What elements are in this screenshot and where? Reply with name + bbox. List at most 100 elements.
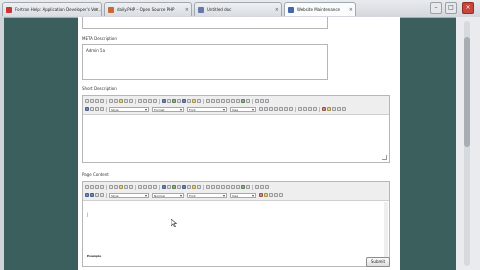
maximize-icon[interactable]: [269, 193, 273, 197]
form-icon[interactable]: [206, 99, 210, 103]
textarea-icon[interactable]: [226, 99, 230, 103]
undo-icon[interactable]: [138, 185, 142, 189]
replace-icon[interactable]: [153, 185, 157, 189]
close-tab-icon[interactable]: ×: [185, 3, 189, 16]
italic-icon[interactable]: [90, 193, 94, 197]
format-dropdown[interactable]: Normal: [152, 192, 184, 198]
scrollbar-thumb[interactable]: [464, 37, 470, 147]
anchor-icon[interactable]: [265, 99, 269, 103]
bold-icon[interactable]: [85, 193, 89, 197]
find-icon[interactable]: [148, 185, 152, 189]
select-all-icon[interactable]: [162, 99, 166, 103]
style-dropdown[interactable]: Style: [109, 192, 149, 198]
unlink-icon[interactable]: [260, 99, 264, 103]
button-icon[interactable]: [236, 185, 240, 189]
size-dropdown[interactable]: Size: [230, 192, 256, 198]
image-button-icon[interactable]: [241, 99, 245, 103]
numbered-list-icon[interactable]: [269, 107, 273, 111]
redo-icon[interactable]: [143, 185, 147, 189]
image-icon[interactable]: [172, 99, 176, 103]
paste-icon[interactable]: [119, 185, 123, 189]
underline-icon[interactable]: [95, 193, 99, 197]
textarea-icon[interactable]: [226, 185, 230, 189]
browser-tab-2[interactable]: daily.PHP – Open Source PHP ×: [104, 2, 192, 16]
replace-icon[interactable]: [153, 99, 157, 103]
table-icon[interactable]: [182, 99, 186, 103]
about-icon[interactable]: [342, 107, 346, 111]
short-description-editor[interactable]: Style Format Font Size: [82, 95, 390, 163]
table-icon[interactable]: [182, 185, 186, 189]
remove-format-icon[interactable]: [167, 99, 171, 103]
select-field-icon[interactable]: [231, 185, 235, 189]
justify-icon[interactable]: [313, 107, 317, 111]
close-tab-icon[interactable]: ×: [95, 3, 99, 16]
page-content-editor[interactable]: Style Normal Font Size | Example: [82, 181, 390, 267]
about-icon[interactable]: [279, 193, 283, 197]
save-icon[interactable]: [90, 99, 94, 103]
checkbox-icon[interactable]: [211, 99, 215, 103]
paste-word-icon[interactable]: [129, 99, 133, 103]
text-color-icon[interactable]: [259, 193, 263, 197]
smiley-icon[interactable]: [192, 185, 196, 189]
strike-icon[interactable]: [100, 107, 104, 111]
minimize-button[interactable]: –: [430, 2, 442, 14]
meta-description-textarea[interactable]: Admin 5a: [82, 44, 328, 80]
textfield-icon[interactable]: [221, 185, 225, 189]
preview-icon[interactable]: [100, 185, 104, 189]
anchor-icon[interactable]: [265, 185, 269, 189]
button-icon[interactable]: [236, 99, 240, 103]
preview-icon[interactable]: [100, 99, 104, 103]
format-dropdown[interactable]: Format: [152, 106, 184, 112]
special-char-icon[interactable]: [197, 99, 201, 103]
text-color-icon[interactable]: [322, 107, 326, 111]
align-left-icon[interactable]: [298, 107, 302, 111]
horizontal-rule-icon[interactable]: [187, 99, 191, 103]
font-dropdown[interactable]: Font: [187, 192, 227, 198]
copy-icon[interactable]: [114, 185, 118, 189]
select-field-icon[interactable]: [231, 99, 235, 103]
source-icon[interactable]: [85, 185, 89, 189]
hidden-field-icon[interactable]: [246, 99, 250, 103]
previous-field-box[interactable]: [82, 17, 328, 29]
bold-icon[interactable]: [85, 107, 89, 111]
paste-text-icon[interactable]: [124, 185, 128, 189]
maximize-button[interactable]: □: [445, 2, 457, 14]
flash-icon[interactable]: [177, 99, 181, 103]
link-icon[interactable]: [255, 99, 259, 103]
smiley-icon[interactable]: [192, 99, 196, 103]
bg-color-icon[interactable]: [264, 193, 268, 197]
hidden-field-icon[interactable]: [246, 185, 250, 189]
paste-word-icon[interactable]: [129, 185, 133, 189]
browser-scrollbar[interactable]: [456, 17, 480, 270]
flash-icon[interactable]: [177, 185, 181, 189]
cut-icon[interactable]: [109, 185, 113, 189]
unlink-icon[interactable]: [260, 185, 264, 189]
image-button-icon[interactable]: [241, 185, 245, 189]
editor-scrollbar[interactable]: [384, 202, 388, 258]
source-icon[interactable]: [85, 99, 89, 103]
radio-icon[interactable]: [216, 185, 220, 189]
cut-icon[interactable]: [109, 99, 113, 103]
close-tab-icon[interactable]: ×: [349, 3, 353, 16]
maximize-icon[interactable]: [332, 107, 336, 111]
style-dropdown[interactable]: Style: [109, 106, 149, 112]
superscript-icon[interactable]: [264, 107, 268, 111]
new-page-icon[interactable]: [95, 99, 99, 103]
align-right-icon[interactable]: [308, 107, 312, 111]
find-icon[interactable]: [148, 99, 152, 103]
browser-tab-1[interactable]: Fortran Help: Application Developer's Ve…: [2, 2, 102, 16]
undo-icon[interactable]: [138, 99, 142, 103]
horizontal-rule-icon[interactable]: [187, 185, 191, 189]
blockquote-icon[interactable]: [289, 107, 293, 111]
radio-icon[interactable]: [216, 99, 220, 103]
strike-icon[interactable]: [100, 193, 104, 197]
outdent-icon[interactable]: [279, 107, 283, 111]
editor-resize-handle[interactable]: [382, 155, 387, 160]
indent-icon[interactable]: [284, 107, 288, 111]
copy-icon[interactable]: [114, 99, 118, 103]
textfield-icon[interactable]: [221, 99, 225, 103]
select-all-icon[interactable]: [162, 185, 166, 189]
special-char-icon[interactable]: [197, 185, 201, 189]
bg-color-icon[interactable]: [327, 107, 331, 111]
align-center-icon[interactable]: [303, 107, 307, 111]
